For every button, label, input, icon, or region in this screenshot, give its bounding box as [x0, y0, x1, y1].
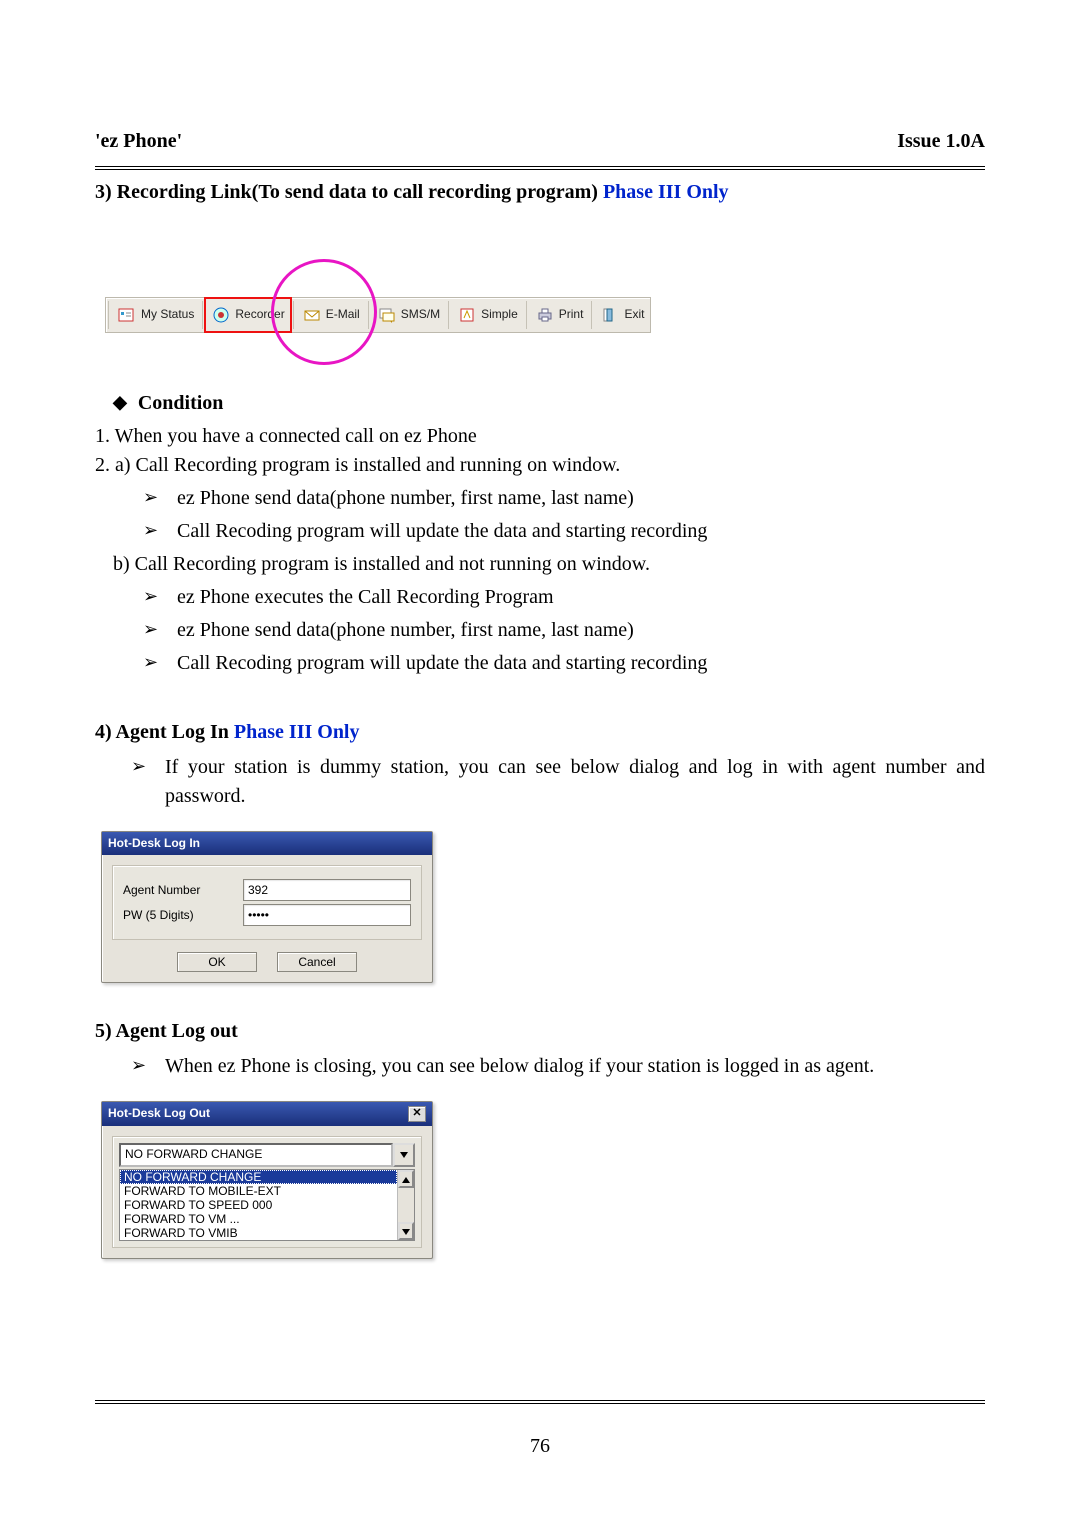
cancel-button[interactable]: Cancel	[277, 952, 357, 972]
dialog-title-text: Hot-Desk Log Out	[108, 1105, 210, 1122]
toolbar-label: Recorder	[235, 306, 284, 323]
dialog-title-text: Hot-Desk Log In	[108, 835, 200, 852]
dialog-inner-panel: NO FORWARD CHANGE NO FORWARD CHANGE FORW…	[112, 1136, 422, 1248]
toolbar-separator	[448, 301, 449, 329]
scroll-down-button[interactable]	[398, 1222, 414, 1240]
sms-icon	[377, 305, 397, 325]
combo-option[interactable]: FORWARD TO VMIB	[120, 1226, 397, 1240]
page-content: 3) Recording Link(To send data to call r…	[95, 178, 985, 1259]
forward-combo-list[interactable]: NO FORWARD CHANGE FORWARD TO MOBILE-EXT …	[119, 1169, 415, 1241]
list-item: When ez Phone is closing, you can see be…	[131, 1052, 985, 1081]
combo-option[interactable]: NO FORWARD CHANGE	[120, 1170, 397, 1184]
pw-input[interactable]	[243, 904, 411, 926]
hot-desk-logout-dialog: Hot-Desk Log Out ✕ NO FORWARD CHANGE	[101, 1101, 433, 1258]
condition-2b-sublist: ez Phone executes the Call Recording Pro…	[143, 583, 985, 678]
scroll-up-button[interactable]	[398, 1170, 414, 1188]
section-5-heading: 5) Agent Log out	[95, 1017, 985, 1046]
chevron-down-icon	[402, 1224, 410, 1238]
list-item: ez Phone send data(phone number, first n…	[143, 484, 985, 513]
toolbar-btn-recorder[interactable]: Recorder	[205, 298, 290, 332]
diamond-bullet-icon: ◆	[113, 389, 127, 415]
status-icon	[117, 305, 137, 325]
toolbar-label: Print	[559, 306, 584, 323]
list-item: Call Recoding program will update the da…	[143, 649, 985, 678]
toolbar-figure: My Status Recorder E-Mail	[95, 249, 985, 359]
agent-number-row: Agent Number	[123, 879, 411, 901]
header-left: 'ez Phone'	[95, 130, 182, 153]
print-icon	[535, 305, 555, 325]
chevron-down-icon	[400, 1146, 408, 1163]
ok-button[interactable]: OK	[177, 952, 257, 972]
toolbar-btn-sms[interactable]: SMS/M	[371, 298, 446, 332]
list-item: Call Recoding program will update the da…	[143, 517, 985, 546]
page-number: 76	[0, 1435, 1080, 1458]
list-item: ez Phone executes the Call Recording Pro…	[143, 583, 985, 612]
toolbar-label: Simple	[481, 306, 518, 323]
combo-dropdown-button[interactable]	[393, 1143, 415, 1167]
footer-rule	[95, 1400, 985, 1408]
toolbar-label: E-Mail	[326, 306, 360, 323]
header-right: Issue 1.0A	[897, 130, 985, 153]
condition-heading-text: Condition	[138, 392, 224, 414]
combo-scrollbar[interactable]	[397, 1170, 414, 1240]
section-3-heading-text: 3) Recording Link(To send data to call r…	[95, 181, 603, 203]
hot-desk-login-dialog: Hot-Desk Log In Agent Number PW (5 Digit…	[101, 831, 433, 983]
agent-number-input[interactable]	[243, 879, 411, 901]
toolbar-separator	[591, 301, 592, 329]
toolbar: My Status Recorder E-Mail	[105, 297, 651, 333]
scroll-track[interactable]	[398, 1188, 414, 1222]
list-item: If your station is dummy station, you ca…	[131, 753, 985, 811]
dialog-titlebar: Hot-Desk Log Out ✕	[102, 1102, 432, 1125]
pw-label: PW (5 Digits)	[123, 907, 233, 924]
close-icon: ✕	[412, 1107, 421, 1119]
section-3-heading: 3) Recording Link(To send data to call r…	[95, 178, 985, 207]
condition-item-2a: 2. a) Call Recording program is installe…	[95, 451, 985, 480]
dialog-titlebar: Hot-Desk Log In	[102, 832, 432, 855]
pw-row: PW (5 Digits)	[123, 904, 411, 926]
header-rule	[95, 166, 985, 174]
condition-item-2b: b) Call Recording program is installed a…	[113, 550, 985, 579]
combo-option[interactable]: FORWARD TO MOBILE-EXT	[120, 1184, 397, 1198]
toolbar-btn-print[interactable]: Print	[529, 298, 590, 332]
dialog-inner-panel: Agent Number PW (5 Digits)	[112, 865, 422, 940]
dialog-buttons: OK Cancel	[112, 952, 422, 972]
document-page: 'ez Phone' Issue 1.0A 3) Recording Link(…	[0, 0, 1080, 1528]
dialog-body: Agent Number PW (5 Digits) OK Cancel	[102, 855, 432, 982]
agent-number-label: Agent Number	[123, 882, 233, 899]
combo-option[interactable]: FORWARD TO VM ...	[120, 1212, 397, 1226]
toolbar-separator	[202, 301, 203, 329]
list-item: ez Phone send data(phone number, first n…	[143, 616, 985, 645]
toolbar-separator	[293, 301, 294, 329]
section-4-bullets: If your station is dummy station, you ca…	[131, 753, 985, 811]
toolbar-separator	[108, 301, 109, 329]
forward-combo-value[interactable]: NO FORWARD CHANGE	[119, 1143, 393, 1167]
condition-2a-sublist: ez Phone send data(phone number, first n…	[143, 484, 985, 546]
section-3-heading-phase: Phase III Only	[603, 181, 729, 203]
toolbar-btn-simple[interactable]: Simple	[451, 298, 524, 332]
section-4-heading-text: 4) Agent Log In	[95, 721, 234, 743]
toolbar-btn-my-status[interactable]: My Status	[111, 298, 200, 332]
combo-option[interactable]: FORWARD TO SPEED 000	[120, 1198, 397, 1212]
exit-icon	[600, 305, 620, 325]
email-icon	[302, 305, 322, 325]
toolbar-btn-exit[interactable]: Exit	[594, 298, 650, 332]
condition-item-1: 1. When you have a connected call on ez …	[95, 422, 985, 451]
chevron-up-icon	[402, 1172, 410, 1186]
toolbar-label: SMS/M	[401, 306, 440, 323]
section-5-bullets: When ez Phone is closing, you can see be…	[131, 1052, 985, 1081]
toolbar-separator	[368, 301, 369, 329]
page-header: 'ez Phone' Issue 1.0A	[95, 130, 985, 153]
close-button[interactable]: ✕	[408, 1106, 426, 1122]
recorder-icon	[211, 305, 231, 325]
section-4-heading-phase: Phase III Only	[234, 721, 360, 743]
dialog-body: NO FORWARD CHANGE NO FORWARD CHANGE FORW…	[102, 1126, 432, 1258]
toolbar-label: Exit	[624, 306, 644, 323]
toolbar-separator	[526, 301, 527, 329]
condition-heading: ◆ Condition	[113, 389, 985, 418]
forward-combo[interactable]: NO FORWARD CHANGE	[119, 1143, 415, 1167]
toolbar-label: My Status	[141, 306, 194, 323]
simple-icon	[457, 305, 477, 325]
section-4-heading: 4) Agent Log In Phase III Only	[95, 718, 985, 747]
toolbar-btn-email[interactable]: E-Mail	[296, 298, 366, 332]
